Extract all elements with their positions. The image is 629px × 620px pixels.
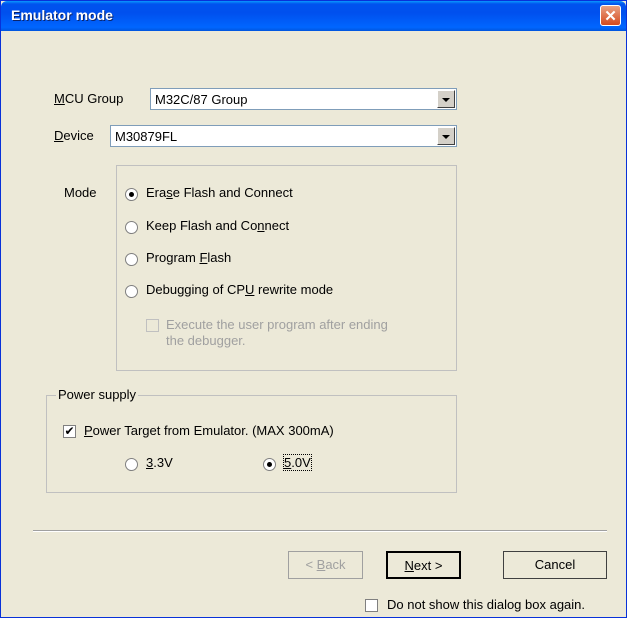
voltage-5-0-label: 5.0V bbox=[283, 454, 312, 471]
close-icon[interactable]: ✕ bbox=[600, 5, 621, 26]
radio-debugging-cpu-rewrite[interactable] bbox=[125, 285, 138, 298]
chevron-down-icon[interactable] bbox=[437, 127, 455, 145]
radio-keep-flash-and-connect[interactable] bbox=[125, 221, 138, 234]
do-not-show-checkbox[interactable] bbox=[365, 599, 378, 612]
device-select[interactable]: M30879FL bbox=[110, 125, 457, 147]
option-erase-flash-and-connect-label: Erase Flash and Connect bbox=[146, 185, 293, 200]
execute-after-label-line2: the debugger. bbox=[166, 333, 246, 348]
voltage-3-3-label: 3.3V bbox=[146, 455, 173, 470]
dialog-body: MCU Group M32C/87 Group Device M30879FL … bbox=[1, 31, 626, 617]
cancel-button[interactable]: Cancel bbox=[503, 551, 607, 579]
power-supply-label: Power supply bbox=[56, 387, 139, 402]
execute-after-label-line1: Execute the user program after ending bbox=[166, 317, 388, 332]
window-title: Emulator mode bbox=[11, 7, 113, 23]
device-label: Device bbox=[54, 128, 94, 143]
power-supply-group bbox=[46, 395, 457, 493]
option-debugging-cpu-rewrite-label: Debugging of CPU rewrite mode bbox=[146, 282, 334, 297]
back-button[interactable]: < Back bbox=[288, 551, 363, 579]
mcu-group-select[interactable]: M32C/87 Group bbox=[150, 88, 457, 110]
execute-after-checkbox[interactable] bbox=[146, 319, 159, 332]
title-bar[interactable]: Emulator mode ✕ bbox=[1, 1, 626, 31]
next-button[interactable]: Next > bbox=[386, 551, 461, 579]
device-value: M30879FL bbox=[115, 129, 178, 144]
emulator-mode-dialog: Emulator mode ✕ MCU Group M32C/87 Group … bbox=[0, 0, 627, 618]
option-keep-flash-and-connect-label: Keep Flash and Connect bbox=[146, 218, 290, 233]
do-not-show-label: Do not show this dialog box again. bbox=[387, 597, 586, 612]
radio-erase-flash-and-connect[interactable] bbox=[125, 188, 138, 201]
radio-3-3v[interactable] bbox=[125, 458, 138, 471]
mode-label: Mode bbox=[64, 185, 97, 200]
chevron-down-icon[interactable] bbox=[437, 90, 455, 108]
mcu-group-value: M32C/87 Group bbox=[155, 92, 248, 107]
mcu-group-label: MCU Group bbox=[54, 91, 124, 106]
option-program-flash-label: Program Flash bbox=[146, 250, 232, 265]
radio-5-0v[interactable] bbox=[263, 458, 276, 471]
separator bbox=[33, 530, 607, 532]
radio-program-flash[interactable] bbox=[125, 253, 138, 266]
power-target-checkbox[interactable]: ✔ bbox=[63, 425, 76, 438]
power-target-label: Power Target from Emulator. (MAX 300mA) bbox=[84, 423, 334, 438]
